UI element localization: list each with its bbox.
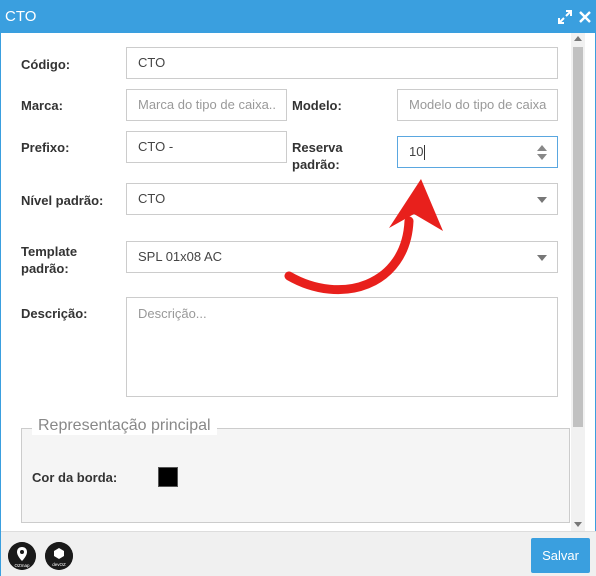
descricao-label: Descrição: bbox=[21, 306, 88, 321]
representacao-legend: Representação principal bbox=[32, 417, 217, 435]
scroll-thumb[interactable] bbox=[573, 47, 583, 427]
scroll-up-icon[interactable] bbox=[574, 36, 582, 41]
nivel-label: Nível padrão: bbox=[21, 193, 104, 208]
text-cursor bbox=[424, 145, 426, 161]
descricao-textarea[interactable]: Descrição... bbox=[126, 297, 558, 397]
ozmap-logo-icon[interactable]: OZmap bbox=[8, 542, 36, 570]
modelo-label: Modelo: bbox=[292, 98, 342, 113]
save-button[interactable]: Salvar bbox=[531, 538, 590, 573]
devoz-logo-icon[interactable]: devOZ bbox=[45, 542, 73, 570]
template-selected-value: SPL 01x08 AC bbox=[138, 249, 223, 264]
border-color-picker[interactable] bbox=[158, 467, 178, 487]
close-icon[interactable] bbox=[577, 9, 593, 25]
nivel-selected-value: CTO bbox=[138, 191, 166, 206]
cor-borda-label: Cor da borda: bbox=[32, 470, 118, 485]
template-select[interactable]: SPL 01x08 AC bbox=[126, 241, 558, 273]
representacao-fieldset: Representação principal Cor da borda: bbox=[21, 417, 570, 523]
chevron-down-icon bbox=[537, 255, 547, 261]
spin-down-icon[interactable] bbox=[537, 154, 547, 160]
dialog-window: CTO Código: CTO Marca: Marca do tipo de … bbox=[0, 0, 596, 576]
form-content: Código: CTO Marca: Marca do tipo de caix… bbox=[1, 33, 571, 531]
dialog-footer: OZmap devOZ Salvar bbox=[1, 531, 596, 576]
prefixo-input[interactable]: CTO - bbox=[126, 131, 287, 163]
vertical-scrollbar[interactable] bbox=[571, 33, 585, 531]
expand-icon[interactable] bbox=[557, 9, 573, 25]
reserva-value: 10 bbox=[409, 144, 424, 159]
prefixo-label: Prefixo: bbox=[21, 140, 70, 155]
reserva-label-line2: padrão: bbox=[292, 157, 340, 172]
devoz-logo-text: devOZ bbox=[52, 562, 66, 567]
title-bar: CTO bbox=[1, 1, 596, 33]
window-title: CTO bbox=[5, 8, 37, 25]
template-label-line1: Template bbox=[21, 244, 78, 259]
marca-input[interactable]: Marca do tipo de caixa.. bbox=[126, 89, 287, 121]
spin-up-icon[interactable] bbox=[537, 145, 547, 151]
marca-label: Marca: bbox=[21, 98, 63, 113]
nivel-select[interactable]: CTO bbox=[126, 183, 558, 215]
codigo-input[interactable]: CTO bbox=[126, 47, 558, 79]
reserva-label-line1: Reserva bbox=[292, 140, 343, 155]
modelo-input[interactable]: Modelo do tipo de caixa bbox=[397, 89, 558, 121]
template-label-line2: padrão: bbox=[21, 261, 69, 276]
reserva-number-input[interactable]: 10 bbox=[397, 136, 558, 168]
chevron-down-icon bbox=[537, 197, 547, 203]
codigo-label: Código: bbox=[21, 57, 71, 72]
ozmap-logo-text: OZmap bbox=[14, 563, 30, 568]
scroll-down-icon[interactable] bbox=[574, 522, 582, 527]
